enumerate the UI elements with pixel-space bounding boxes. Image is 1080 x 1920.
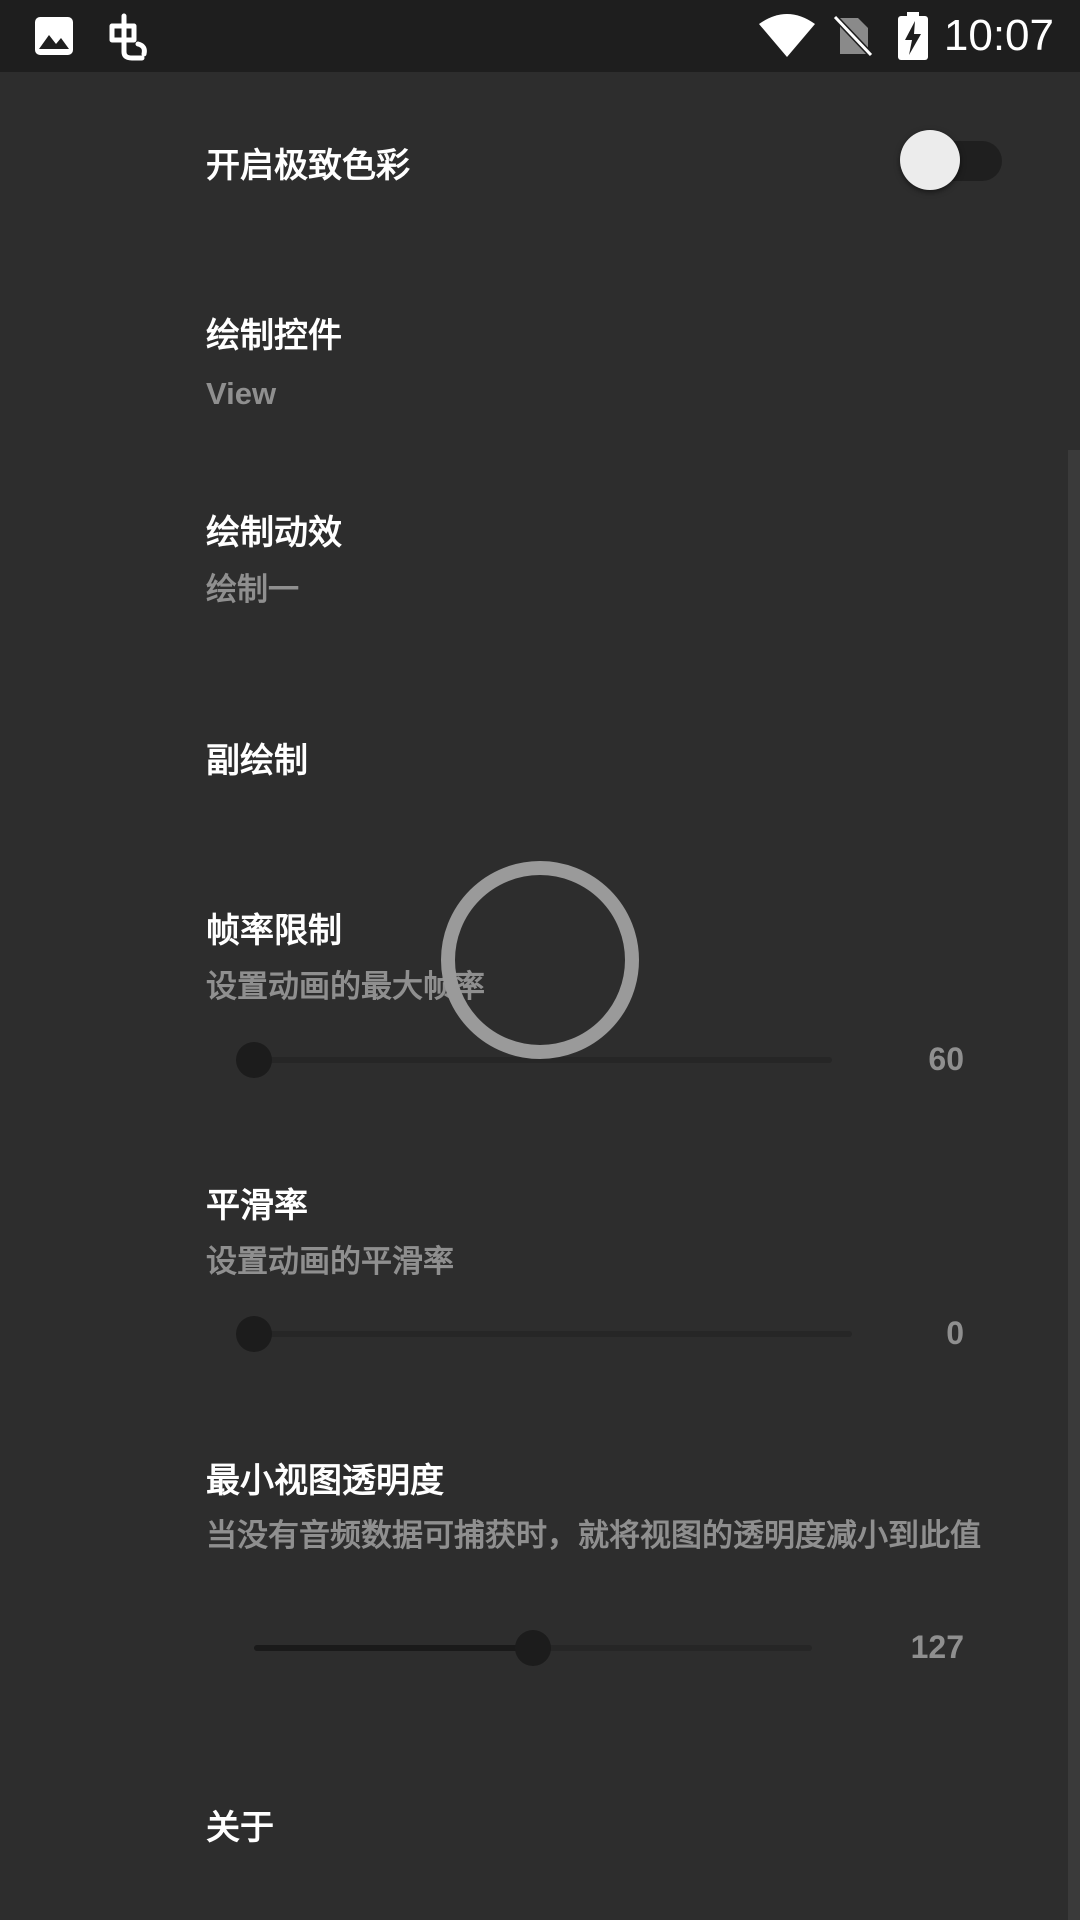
setting-summary-smoothness: 设置动画的平滑率 (206, 1244, 454, 1280)
setting-title-draw-effect[interactable]: 绘制动效 (206, 505, 342, 554)
min-opacity-value: 127 (910, 1629, 964, 1665)
extreme-color-switch-thumb[interactable] (900, 130, 960, 190)
smoothness-slider-thumb[interactable] (236, 1316, 272, 1352)
touch-indicator-ring-icon (441, 861, 639, 1059)
setting-summary-draw-widget: View (206, 376, 277, 411)
frame-rate-value: 60 (928, 1041, 964, 1077)
smoothness-slider[interactable] (254, 1331, 852, 1337)
setting-title-frame-rate: 帧率限制 (206, 911, 342, 951)
wifi-icon (759, 14, 815, 57)
setting-title-smoothness: 平滑率 (206, 1186, 308, 1226)
status-bar: 10:07 (0, 0, 1080, 72)
setting-title-extreme-color: 开启极致色彩 (206, 146, 410, 186)
setting-summary-min-opacity: 当没有音频数据可捕获时，就将视图的透明度减小到此值 (206, 1518, 981, 1554)
setting-title-min-opacity: 最小视图透明度 (206, 1461, 444, 1501)
setting-title-about[interactable]: 关于 (206, 1800, 274, 1849)
app-logo-icon (109, 13, 147, 61)
image-icon (35, 17, 73, 55)
setting-title-draw-widget[interactable]: 绘制控件 (206, 308, 342, 357)
no-sim-icon (832, 14, 874, 58)
min-opacity-slider-fill (254, 1645, 533, 1651)
scrollbar[interactable] (1068, 450, 1080, 1920)
settings-screen: 10:07 开启极致色彩 绘制控件 View 绘制动效 绘制一 副绘制 帧率限制… (0, 0, 1080, 1920)
setting-title-sub-draw[interactable]: 副绘制 (206, 733, 308, 782)
battery-charging-icon (898, 12, 928, 60)
setting-summary-draw-effect: 绘制一 (206, 572, 299, 608)
smoothness-value: 0 (946, 1315, 964, 1351)
status-time: 10:07 (943, 11, 1054, 60)
min-opacity-slider-thumb[interactable] (515, 1630, 551, 1666)
frame-rate-slider-thumb[interactable] (236, 1042, 272, 1078)
